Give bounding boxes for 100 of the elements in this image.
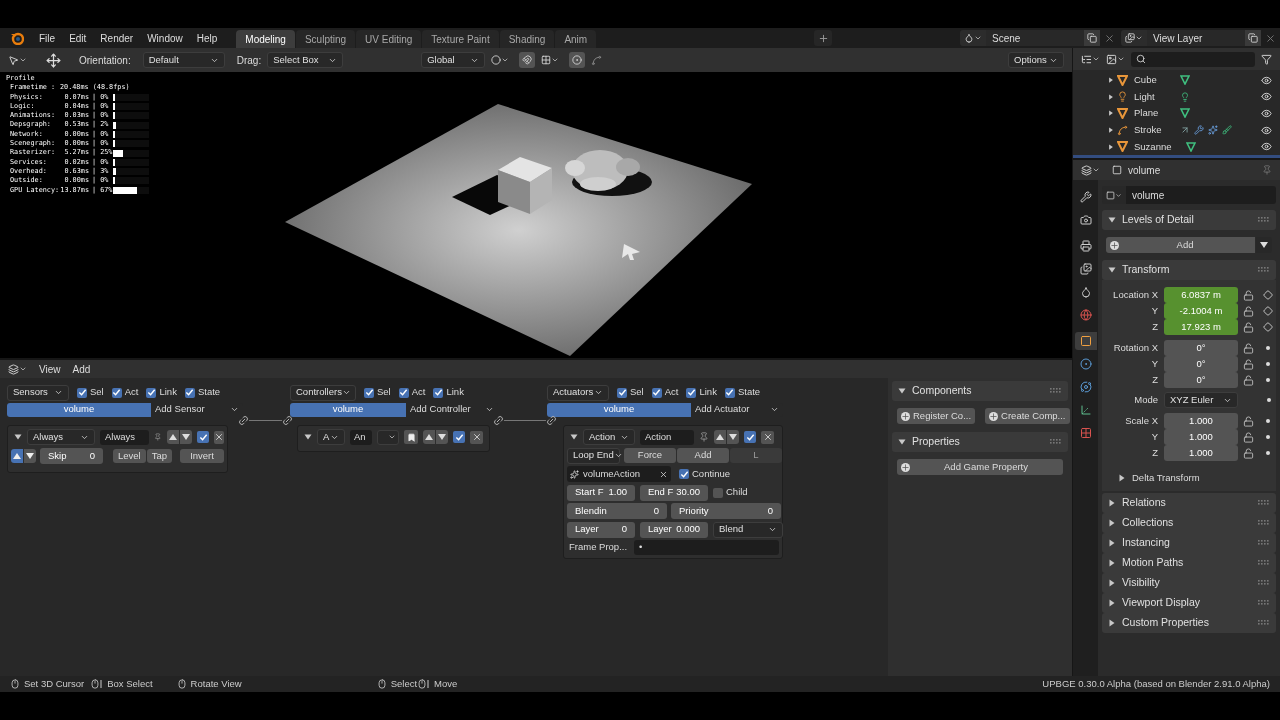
panel-header[interactable]: Visibility xyxy=(1102,573,1276,593)
workspace-tab[interactable]: UV Editing xyxy=(356,30,422,48)
editor-type-button[interactable] xyxy=(8,363,27,375)
checkbox[interactable] xyxy=(77,387,87,398)
toggle-button[interactable]: Level xyxy=(113,449,146,463)
close-icon[interactable] xyxy=(1104,32,1115,44)
panel-header[interactable]: Viewport Display xyxy=(1102,593,1276,613)
panel-header[interactable]: Transform xyxy=(1102,260,1276,280)
lock-icon[interactable] xyxy=(1243,289,1254,301)
panel-header[interactable]: Relations xyxy=(1102,493,1276,513)
workspace-tab[interactable]: Texture Paint xyxy=(422,30,499,48)
mode-button[interactable]: Add xyxy=(677,448,729,463)
menu-item[interactable]: Help xyxy=(189,30,225,46)
outliner-item-name[interactable]: Stroke xyxy=(1134,122,1176,138)
mode-button[interactable]: Force xyxy=(624,448,676,463)
copy-button[interactable] xyxy=(1245,30,1261,46)
number-field[interactable]: 0° xyxy=(1164,372,1238,388)
panel-header[interactable]: Levels of Detail xyxy=(1102,210,1276,230)
move-up-button[interactable] xyxy=(167,430,179,444)
number-field[interactable]: Layer 0 xyxy=(567,521,635,538)
lock-icon[interactable] xyxy=(1243,321,1254,333)
lock-icon[interactable] xyxy=(1243,342,1254,354)
checkbox[interactable] xyxy=(197,431,209,443)
remove-button[interactable] xyxy=(214,430,224,444)
lock-icon[interactable] xyxy=(1243,358,1254,370)
panel-header[interactable]: Custom Properties xyxy=(1102,613,1276,633)
move-down-button[interactable] xyxy=(436,430,448,444)
visibility-icon[interactable] xyxy=(1261,108,1272,119)
object-name-button[interactable]: volume xyxy=(290,402,406,417)
outliner-item-name[interactable]: Light xyxy=(1134,89,1176,104)
pin-icon[interactable] xyxy=(154,432,162,442)
lock-icon[interactable] xyxy=(1243,415,1254,427)
number-field[interactable]: 0° xyxy=(1164,340,1238,356)
checkbox[interactable] xyxy=(453,431,465,443)
panel-header[interactable]: Collections xyxy=(1102,513,1276,533)
filter-icon[interactable] xyxy=(1261,53,1272,65)
blend-mode-dropdown[interactable]: Blend xyxy=(713,521,783,538)
checkbox[interactable] xyxy=(398,387,409,398)
checkbox[interactable] xyxy=(744,431,756,443)
number-field[interactable]: 1.000 xyxy=(1164,413,1238,429)
frame-property-field[interactable]: • xyxy=(634,540,779,555)
workspace-tab[interactable]: Sculpting xyxy=(295,30,356,48)
lock-icon[interactable] xyxy=(1243,305,1254,317)
number-field[interactable]: Blendin 0 xyxy=(567,503,667,519)
workspace-tab[interactable]: Anim xyxy=(555,30,597,48)
number-field[interactable]: 17.923 m xyxy=(1164,319,1238,335)
panel-header[interactable]: Motion Paths xyxy=(1102,553,1276,573)
number-field[interactable]: -2.1004 m xyxy=(1164,303,1238,319)
add-workspace-button[interactable] xyxy=(814,30,833,46)
play-mode-dropdown[interactable]: Loop End xyxy=(567,447,620,464)
properties-tab[interactable] xyxy=(1074,332,1097,350)
number-field[interactable]: Priority 0 xyxy=(671,503,781,519)
scene-browse-button[interactable] xyxy=(960,30,986,46)
panel-button[interactable]: Add Game Property xyxy=(897,459,1063,475)
checkbox[interactable] xyxy=(686,387,697,398)
outliner-item-name[interactable]: Plane xyxy=(1134,106,1176,121)
menu-item[interactable]: Window xyxy=(140,30,190,46)
name-field[interactable]: An xyxy=(350,429,372,445)
datablock-name-field[interactable]: volume xyxy=(1126,186,1276,204)
move-up-button[interactable] xyxy=(423,430,435,444)
checkbox[interactable] xyxy=(184,387,195,398)
keyframe-diamond-icon[interactable] xyxy=(1263,322,1273,332)
number-field[interactable]: Layer 0.000 xyxy=(640,521,708,538)
number-field[interactable]: 6.0837 m xyxy=(1164,287,1238,303)
move-down-button[interactable] xyxy=(180,430,192,444)
checkbox[interactable] xyxy=(111,387,122,398)
panel-header[interactable]: Properties xyxy=(892,432,1068,452)
menu-item[interactable]: Edit xyxy=(62,30,94,46)
pin-icon[interactable] xyxy=(699,432,709,442)
actuator-type-dropdown[interactable]: Action xyxy=(583,429,635,445)
visibility-icon[interactable] xyxy=(1261,91,1272,103)
number-field[interactable]: Start F 1.00 xyxy=(567,484,635,501)
move-up-button[interactable] xyxy=(714,430,726,444)
lock-icon[interactable] xyxy=(1243,431,1254,443)
close-icon[interactable] xyxy=(1265,32,1276,44)
bookmark-button[interactable] xyxy=(404,430,418,444)
name-field[interactable]: Action xyxy=(640,429,694,445)
editor-filter-dropdown[interactable]: Controllers xyxy=(290,384,356,401)
checkbox[interactable] xyxy=(713,487,723,498)
panel-button[interactable]: Create Comp... xyxy=(985,408,1070,424)
proportional-edit-toggle[interactable] xyxy=(569,52,586,68)
app-logo-icon[interactable] xyxy=(10,31,24,45)
toggle-button[interactable]: Tap xyxy=(146,449,173,463)
object-name-button[interactable]: volume xyxy=(7,402,151,417)
copy-button[interactable] xyxy=(1084,30,1100,46)
sensor-type-dropdown[interactable]: Always xyxy=(27,429,95,445)
add-button[interactable]: Add xyxy=(1106,237,1255,253)
transform-gizmo-icon[interactable] xyxy=(46,52,61,68)
panel-button[interactable]: Register Co... xyxy=(897,408,976,424)
number-field[interactable]: End F 30.00 xyxy=(640,484,708,501)
checkbox[interactable] xyxy=(364,387,374,398)
remove-button[interactable] xyxy=(470,430,483,444)
view-layer-browse-button[interactable] xyxy=(1121,30,1147,46)
scene-field[interactable]: Scene xyxy=(986,30,1084,46)
drag-dropdown[interactable]: Select Box xyxy=(267,52,344,68)
rotation-mode-dropdown[interactable]: XYZ Euler xyxy=(1164,392,1238,408)
checkbox[interactable] xyxy=(617,387,627,398)
view-layer-field[interactable]: View Layer xyxy=(1147,30,1245,46)
checkbox[interactable] xyxy=(651,387,662,398)
checkbox[interactable] xyxy=(146,387,157,398)
